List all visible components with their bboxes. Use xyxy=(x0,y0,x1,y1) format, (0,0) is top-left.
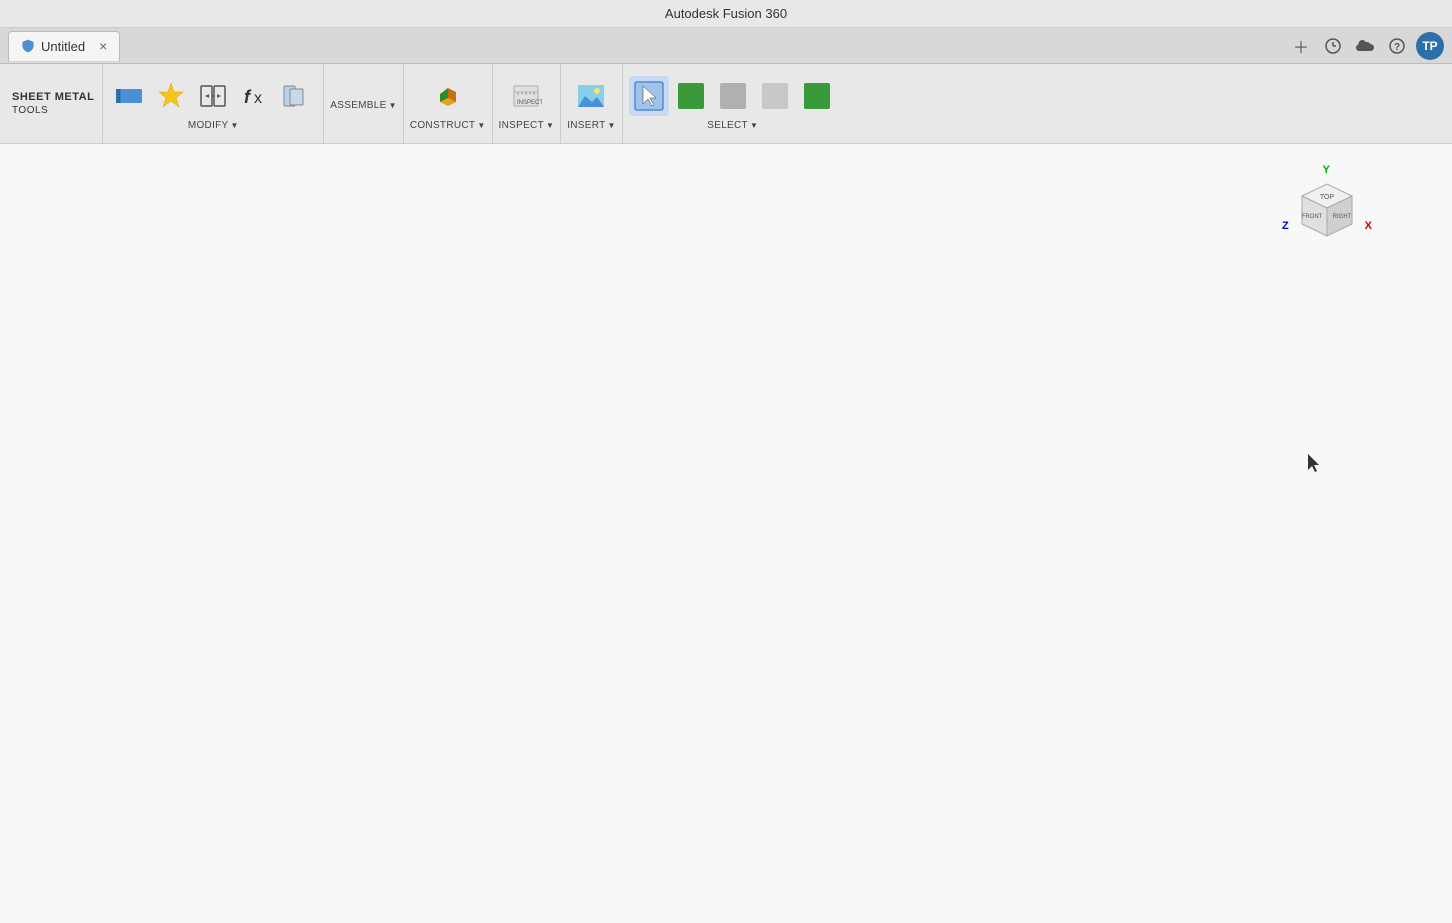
modify-dropdown-arrow: ▼ xyxy=(231,121,239,130)
svg-text:?: ? xyxy=(1394,42,1400,53)
clock-icon xyxy=(1325,38,1341,54)
construct-section: CONSTRUCT ▼ xyxy=(404,64,493,143)
insert-items xyxy=(571,76,611,116)
construct-dropdown-arrow: ▼ xyxy=(477,121,485,130)
inspect-icon: INSPECT xyxy=(510,80,542,112)
select-box-gray-button[interactable] xyxy=(755,76,795,116)
toolbar: SHEET METAL TOOLS xyxy=(0,64,1452,144)
select-box-outline-button[interactable] xyxy=(713,76,753,116)
inspect-label: INSPECT ▼ xyxy=(499,120,555,131)
fx-icon: f x xyxy=(239,80,271,112)
axis-x-label: X xyxy=(1365,220,1372,232)
select-box-green2-button[interactable] xyxy=(797,76,837,116)
assemble-dropdown-arrow: ▼ xyxy=(389,101,397,110)
tab-bar: Untitled × ＋ ? TP xyxy=(0,28,1452,64)
star-icon xyxy=(155,80,187,112)
assemble-section: ASSEMBLE ▼ xyxy=(324,64,404,143)
modify-items: f x xyxy=(109,76,317,116)
flange-icon xyxy=(113,80,145,112)
svg-text:x: x xyxy=(254,90,262,107)
history-button[interactable] xyxy=(1320,33,1346,59)
select-label: SELECT ▼ xyxy=(707,120,758,131)
axis-z-label: Z xyxy=(1282,220,1289,232)
select-box-green-icon xyxy=(675,80,707,112)
canvas-area[interactable]: Y X Z TOP FRONT RIGHT xyxy=(0,144,1452,923)
cloud-icon xyxy=(1356,39,1374,53)
svg-text:f: f xyxy=(244,87,252,107)
assemble-label: ASSEMBLE ▼ xyxy=(330,100,397,111)
shield-icon xyxy=(21,39,35,53)
pattern-icon xyxy=(281,80,313,112)
insert-button[interactable] xyxy=(571,76,611,116)
tab-close-button[interactable]: × xyxy=(99,38,107,54)
fx-button[interactable]: f x xyxy=(235,76,275,116)
svg-text:TOP: TOP xyxy=(1320,194,1335,201)
document-tab[interactable]: Untitled × xyxy=(8,31,120,61)
select-box-green-button[interactable] xyxy=(671,76,711,116)
select-dropdown-arrow: ▼ xyxy=(750,121,758,130)
select-items xyxy=(629,76,837,116)
inspect-dropdown-arrow: ▼ xyxy=(546,121,554,130)
sheet-metal-label: SHEET METAL xyxy=(12,91,94,103)
help-icon: ? xyxy=(1389,38,1405,54)
unfold-button[interactable] xyxy=(193,76,233,116)
inspect-items: INSPECT xyxy=(506,76,546,116)
pattern-button[interactable] xyxy=(277,76,317,116)
construct-items xyxy=(428,76,468,116)
svg-text:FRONT: FRONT xyxy=(1302,214,1323,220)
help-button[interactable]: ? xyxy=(1384,33,1410,59)
user-avatar-button[interactable]: TP xyxy=(1416,32,1444,60)
construct-icon xyxy=(432,80,464,112)
select-box-green2-icon xyxy=(801,80,833,112)
insert-section: INSERT ▼ xyxy=(561,64,623,143)
view-cube[interactable]: Y X Z TOP FRONT RIGHT xyxy=(1282,164,1372,254)
tab-title: Untitled xyxy=(41,39,85,54)
cursor-indicator xyxy=(1308,454,1322,474)
select-section: SELECT ▼ xyxy=(623,64,843,143)
insert-dropdown-arrow: ▼ xyxy=(608,121,616,130)
flange-button[interactable] xyxy=(109,76,149,116)
axis-y-label: Y xyxy=(1323,164,1330,176)
construct-button[interactable] xyxy=(428,76,468,116)
add-tab-button[interactable]: ＋ xyxy=(1288,33,1314,59)
view-cube-svg: TOP FRONT RIGHT xyxy=(1290,176,1364,246)
modify-section: f x MODIFY ▼ xyxy=(103,64,324,143)
select-cursor-icon xyxy=(633,80,665,112)
inspect-button[interactable]: INSPECT xyxy=(506,76,546,116)
modify-label: MODIFY ▼ xyxy=(188,120,239,131)
tools-label: TOOLS xyxy=(12,105,48,116)
app-title: Autodesk Fusion 360 xyxy=(665,6,787,21)
tab-bar-controls: ＋ ? TP xyxy=(1288,32,1444,60)
insert-label: INSERT ▼ xyxy=(567,120,616,131)
sheet-metal-section: SHEET METAL TOOLS xyxy=(4,64,103,143)
unfold-icon xyxy=(197,80,229,112)
svg-text:RIGHT: RIGHT xyxy=(1333,214,1352,220)
construct-label: CONSTRUCT ▼ xyxy=(410,120,486,131)
select-box-gray-icon xyxy=(759,80,791,112)
title-bar: Autodesk Fusion 360 xyxy=(0,0,1452,28)
inspect-section: INSPECT INSPECT ▼ xyxy=(493,64,562,143)
cloud-button[interactable] xyxy=(1352,33,1378,59)
star-button[interactable] xyxy=(151,76,191,116)
select-box-outline-icon xyxy=(717,80,749,112)
select-cursor-button[interactable] xyxy=(629,76,669,116)
insert-icon xyxy=(575,80,607,112)
cube-container: Y X Z TOP FRONT RIGHT xyxy=(1282,164,1372,254)
svg-text:INSPECT: INSPECT xyxy=(517,100,542,106)
